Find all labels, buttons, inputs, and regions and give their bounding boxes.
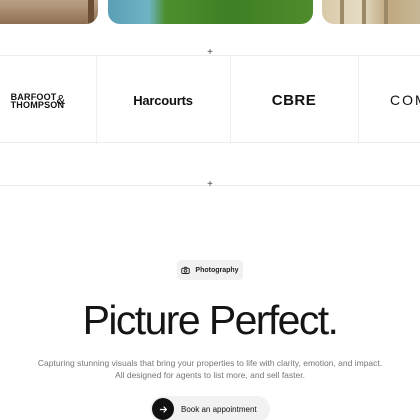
hero-subtitle: Capturing stunning visuals that bring yo… [20,357,400,381]
property-photo-pool[interactable] [108,0,313,24]
partner-logos-row: BARFOOT& THOMPSON Harcourts CBRE COM [0,55,420,144]
logo-barfoot-thompson: BARFOOT& THOMPSON [0,56,96,144]
logo-text: CBRE [271,91,317,109]
page-title: Picture Perfect. [82,297,339,343]
photo-detail [88,0,94,24]
logo-text: Harcourts [133,92,193,108]
logo-harcourts: Harcourts [96,56,230,144]
logo-partial: COM [358,56,420,144]
logo-text: & [56,91,66,107]
camera-icon [181,266,191,274]
photo-detail [384,0,388,24]
logo-cbre: CBRE [230,56,358,144]
logo-text: COM [390,92,420,108]
plus-icon: + [207,179,213,190]
cta-label: Book an appointment [181,404,257,414]
book-appointment-button[interactable]: Book an appointment [150,396,270,420]
photography-badge: Photography [177,260,243,280]
photo-detail [340,0,344,24]
property-photo-interior[interactable] [0,0,98,24]
photo-detail [362,0,366,24]
badge-label: Photography [195,266,239,274]
page: + BARFOOT& THOMPSON Harcourts CBRE COM + [0,0,420,420]
property-photo-exterior[interactable] [322,0,420,24]
photo-gallery-strip [0,0,420,25]
arrow-right-icon[interactable] [152,398,174,420]
subtitle-line: Capturing stunning visuals that bring yo… [37,358,383,368]
subtitle-line: All designed for agents to list more, an… [115,370,305,380]
